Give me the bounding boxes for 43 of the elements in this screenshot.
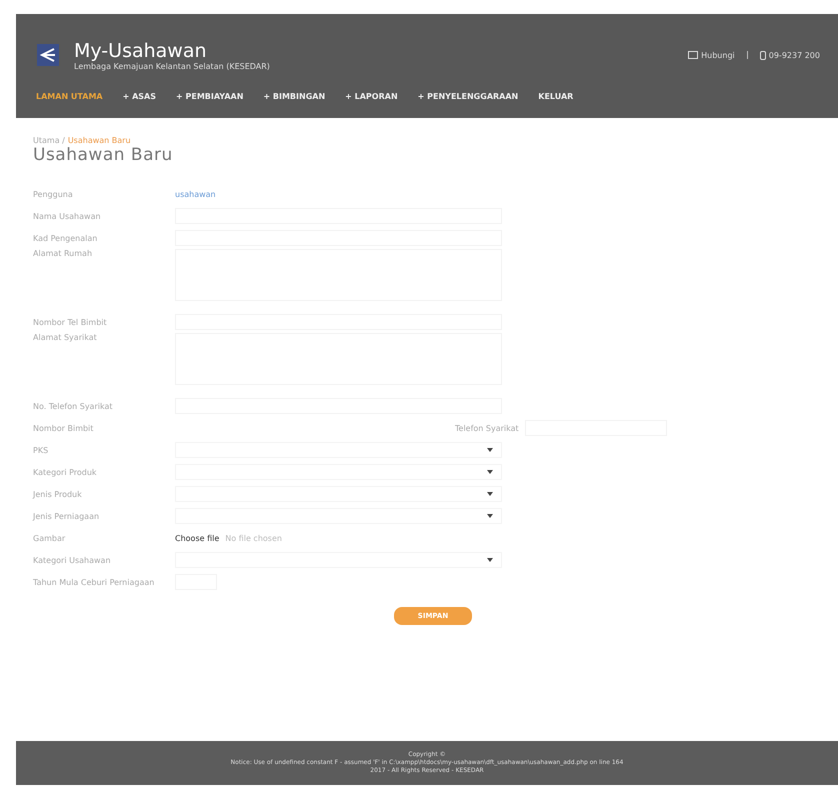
nav-item[interactable]: + BIMBINGAN xyxy=(263,92,326,101)
caret-icon xyxy=(487,514,493,518)
contact-text[interactable]: Hubungi xyxy=(701,50,735,60)
caret-icon xyxy=(487,470,493,474)
caret-icon xyxy=(487,448,493,452)
nav-item[interactable]: + ASAS xyxy=(122,92,156,101)
nav-item[interactable]: + PEMBIAYAAN xyxy=(176,92,244,101)
field-label: Pengguna xyxy=(33,190,74,198)
field-label: Jenis Produk xyxy=(33,490,83,498)
field-label: Telefon Syarikat xyxy=(455,424,519,432)
nav-item[interactable]: KELUAR xyxy=(538,92,574,101)
field-label: Nombor Tel Bimbit xyxy=(33,318,108,326)
choose-file-button[interactable]: Choose file xyxy=(175,534,220,542)
select-field[interactable] xyxy=(175,442,502,458)
select-field[interactable] xyxy=(175,508,502,524)
field-label: Tahun Mula Ceburi Perniagaan xyxy=(33,578,156,586)
field-label: Kad Pengenalan xyxy=(33,234,98,242)
nav-item[interactable]: + PENYELENGGARAAN xyxy=(418,92,518,101)
caret-icon xyxy=(487,558,493,562)
field-label: Kategori Usahawan xyxy=(33,556,112,564)
select-field[interactable] xyxy=(175,486,502,502)
mail-icon xyxy=(688,51,698,59)
field-label: Kategori Produk xyxy=(33,468,98,476)
field-label: PKS xyxy=(33,446,50,454)
nav-item[interactable]: LAMAN UTAMA xyxy=(36,92,103,101)
field-label: Nombor Bimbit xyxy=(33,424,94,432)
select-field[interactable] xyxy=(175,464,502,480)
field-label: Alamat Rumah xyxy=(33,249,94,258)
field-label: Jenis Perniagaan xyxy=(33,512,100,520)
phone-icon xyxy=(760,50,766,60)
field-label: Gambar xyxy=(33,534,66,542)
page-title: Usahawan Baru xyxy=(33,145,174,165)
nav-item[interactable]: + LAPORAN xyxy=(345,92,398,101)
site-subtitle: Lembaga Kemajuan Kelantan Selatan (KESEDAR) xyxy=(74,62,271,70)
field-label: Alamat Syarikat xyxy=(33,333,98,342)
contact-text[interactable]: 09-9237 200 xyxy=(768,50,820,60)
site-title: My-Usahawan xyxy=(74,40,208,62)
caret-icon xyxy=(487,492,493,496)
field-label: No. Telefon Syarikat xyxy=(33,402,114,410)
logo-icon xyxy=(36,43,60,67)
select-field[interactable] xyxy=(175,552,502,568)
file-status: No file chosen xyxy=(225,534,282,542)
field-label: Nama Usahawan xyxy=(33,212,102,220)
